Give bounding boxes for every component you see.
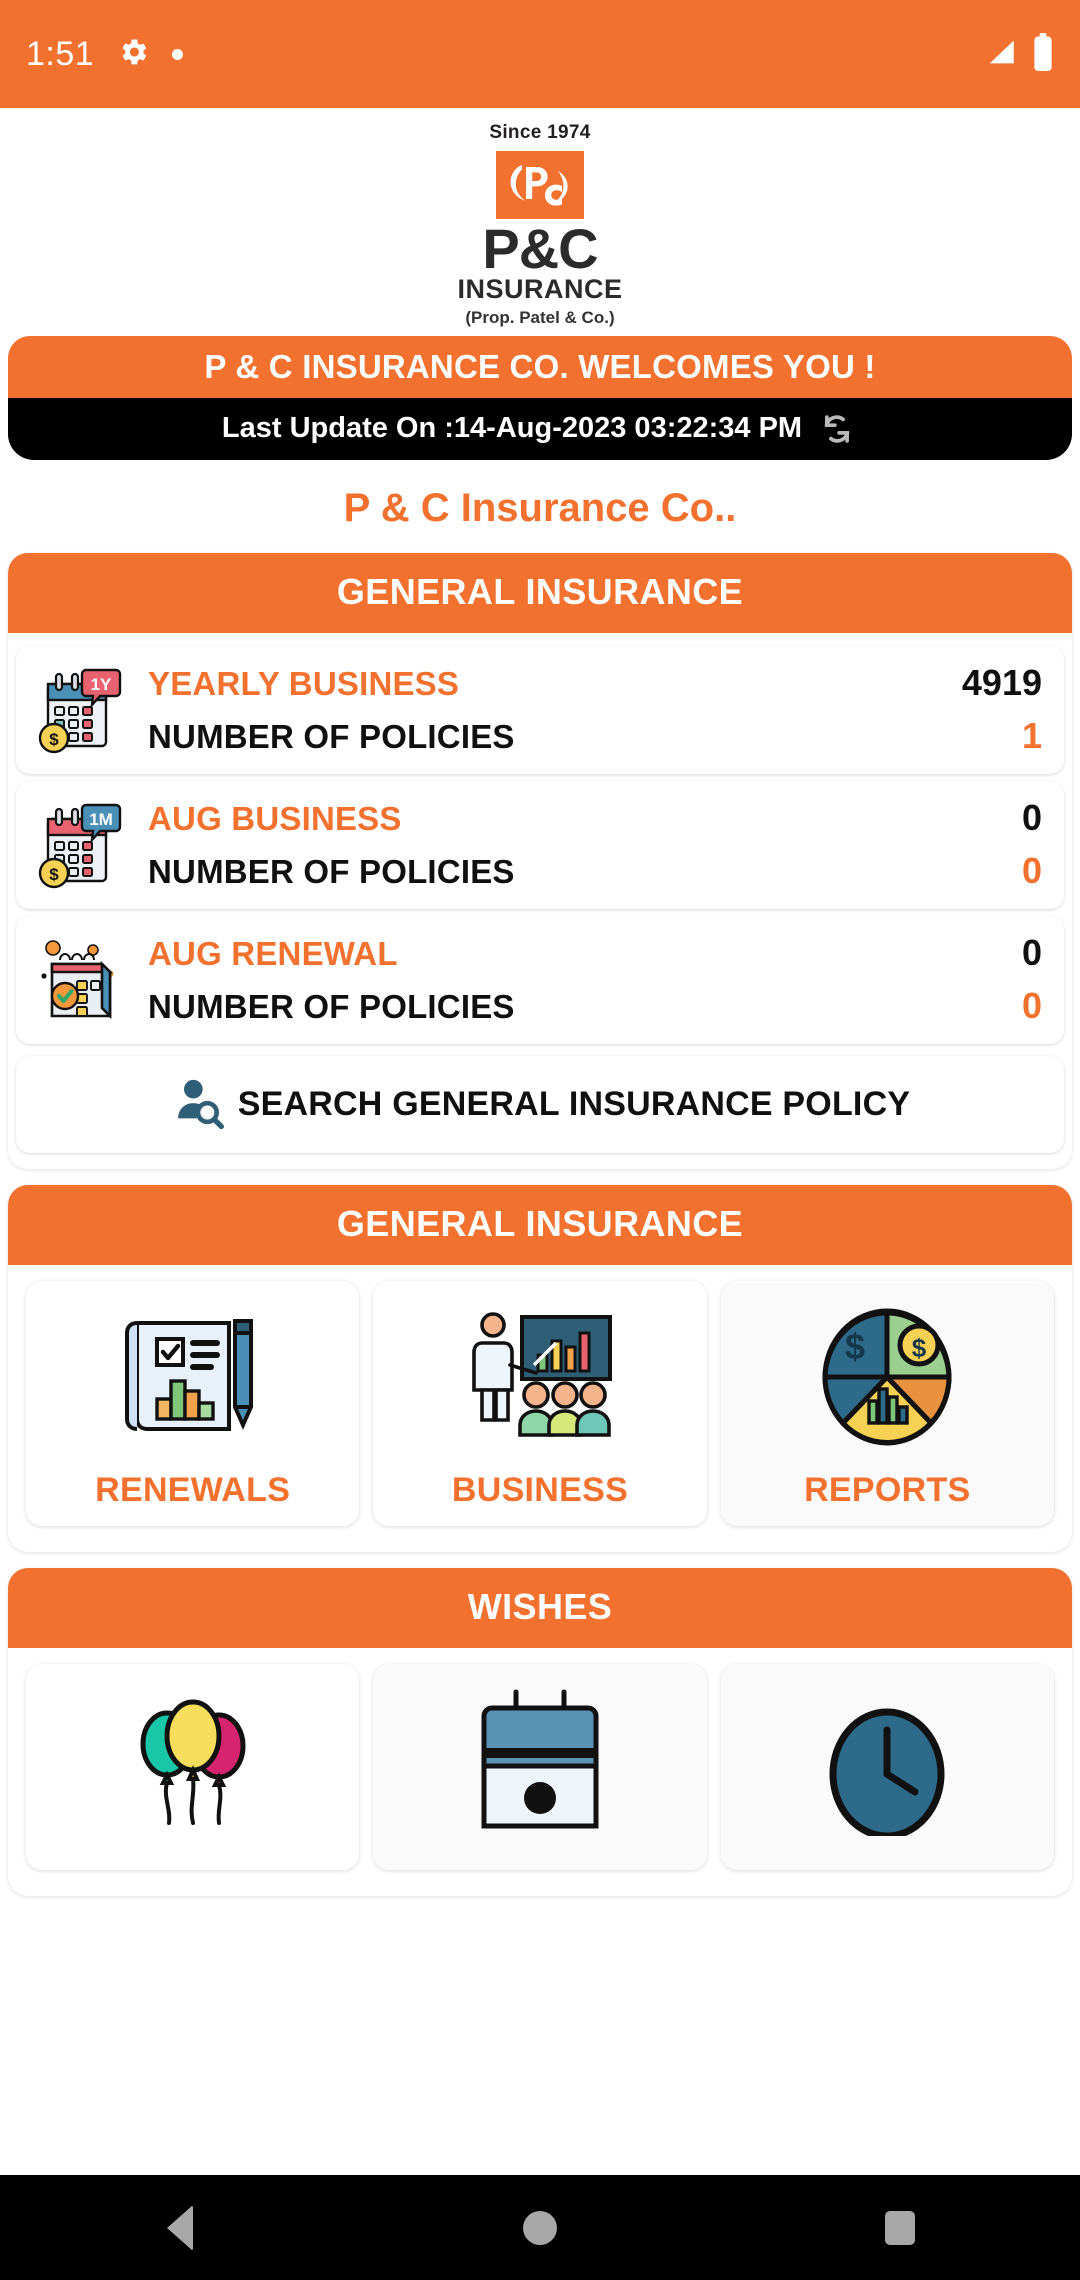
general-insurance-menu-panel: GENERAL INSURANCE RENEWALS BUSINESS $ $ … — [8, 1184, 1072, 1552]
gear-icon — [116, 35, 150, 74]
svg-text:$: $ — [912, 1333, 927, 1363]
tile-wishes-birthday[interactable] — [26, 1663, 360, 1870]
home-button[interactable] — [480, 2175, 600, 2280]
stat-row-yearly-business[interactable]: 1Y $ YEARLY BUSINESS 4919 NUMBER OF POLI… — [16, 645, 1064, 774]
stat-text-aug-business: AUG BUSINESS 0 NUMBER OF POLICIES 0 — [148, 797, 1042, 892]
status-bar-right — [984, 32, 1054, 76]
calendar-1m-dollar-icon: 1M $ — [30, 793, 134, 897]
brand-name-secondary: INSURANCE — [457, 273, 623, 304]
balloons-icon — [113, 1686, 273, 1836]
stat-sublabel: NUMBER OF POLICIES — [148, 718, 515, 756]
search-general-insurance-policy-button[interactable]: SEARCH GENERAL INSURANCE POLICY — [16, 1055, 1064, 1153]
calendar-check-icon — [30, 928, 134, 1032]
stat-label: AUG BUSINESS — [148, 800, 402, 838]
stat-value: 0 — [1021, 932, 1042, 974]
clock-icon — [807, 1686, 967, 1840]
stat-primary-line: AUG BUSINESS 0 — [148, 797, 1042, 839]
dot-icon — [172, 48, 184, 60]
tile-wishes-anniversary[interactable] — [373, 1663, 707, 1870]
battery-icon — [1032, 32, 1054, 76]
panel-header-wishes: WISHES — [8, 1567, 1072, 1648]
tile-renewals[interactable]: RENEWALS — [26, 1280, 360, 1526]
status-time: 1:51 — [26, 34, 95, 73]
stat-sublabel: NUMBER OF POLICIES — [148, 988, 515, 1026]
calendar-icon — [460, 1686, 620, 1836]
stat-value: 4919 — [961, 662, 1042, 704]
stat-text-yearly-business: YEARLY BUSINESS 4919 NUMBER OF POLICIES … — [148, 662, 1042, 757]
recents-button[interactable] — [840, 2175, 960, 2280]
svg-text:1Y: 1Y — [91, 675, 112, 694]
recents-icon — [885, 2210, 915, 2245]
svg-text:$: $ — [49, 730, 59, 749]
search-label: SEARCH GENERAL INSURANCE POLICY — [237, 1084, 911, 1123]
stat-sublabel: NUMBER OF POLICIES — [148, 853, 515, 891]
stat-subvalue: 1 — [1021, 715, 1042, 757]
status-bar: 1:51 — [0, 0, 1080, 108]
status-bar-left: 1:51 — [26, 34, 184, 74]
home-icon — [523, 2210, 557, 2245]
svg-text:$: $ — [845, 1326, 865, 1367]
panel-header-menu: GENERAL INSURANCE — [8, 1184, 1072, 1265]
stat-secondary-line: NUMBER OF POLICIES 1 — [148, 715, 1042, 757]
logo-since-text: Since 1974 — [489, 122, 591, 143]
menu-tiles: RENEWALS BUSINESS $ $ REPORTS — [16, 1271, 1064, 1542]
android-nav-bar — [0, 2175, 1080, 2280]
stat-row-aug-business[interactable]: 1M $ AUG BUSINESS 0 NUMBER OF POLICIES 0 — [16, 780, 1064, 909]
company-title: P & C Insurance Co.. — [343, 485, 737, 530]
tile-wishes-reminder[interactable] — [720, 1663, 1054, 1870]
back-button[interactable] — [120, 2175, 240, 2280]
stat-primary-line: YEARLY BUSINESS 4919 — [148, 662, 1042, 704]
last-update-text: Last Update On :14-Aug-2023 03:22:34 PM — [221, 412, 803, 445]
back-icon — [167, 2204, 193, 2251]
welcome-banner: P & C INSURANCE CO. WELCOMES YOU ! — [8, 335, 1072, 398]
stat-label: AUG RENEWAL — [148, 935, 398, 973]
svg-text:$: $ — [49, 865, 59, 884]
general-insurance-stats-panel: GENERAL INSURANCE 1Y $ YEARLY BUSINESS 4… — [8, 552, 1072, 1169]
wishes-panel: WISHES — [8, 1567, 1072, 1896]
tile-label: RENEWALS — [95, 1470, 291, 1509]
person-search-icon — [170, 1074, 226, 1135]
stat-subvalue: 0 — [1021, 850, 1042, 892]
stat-secondary-line: NUMBER OF POLICIES 0 — [148, 985, 1042, 1027]
clipboard-pencil-chart-icon — [113, 1303, 273, 1453]
presentation-audience-icon — [460, 1303, 620, 1453]
stat-primary-line: AUG RENEWAL 0 — [148, 932, 1042, 974]
stat-subvalue: 0 — [1021, 985, 1042, 1027]
last-update-bar: Last Update On :14-Aug-2023 03:22:34 PM — [8, 397, 1072, 460]
tile-business[interactable]: BUSINESS — [373, 1280, 707, 1526]
tile-label: BUSINESS — [451, 1470, 629, 1509]
wishes-body — [8, 1647, 1072, 1896]
stat-row-aug-renewal[interactable]: AUG RENEWAL 0 NUMBER OF POLICIES 0 — [16, 915, 1064, 1044]
wishes-tiles — [16, 1654, 1064, 1886]
refresh-icon[interactable] — [816, 408, 858, 450]
stat-secondary-line: NUMBER OF POLICIES 0 — [148, 850, 1042, 892]
welcome-banner-wrap: P & C INSURANCE CO. WELCOMES YOU ! Last … — [8, 335, 1072, 460]
stat-label: YEARLY BUSINESS — [148, 665, 460, 703]
panel-header-stats: GENERAL INSURANCE — [8, 552, 1072, 633]
signal-icon — [984, 35, 1018, 74]
calendar-1y-dollar-icon: 1Y $ — [30, 658, 134, 762]
brand-proprietor: (Prop. Patel & Co.) — [465, 307, 615, 327]
pc-monogram-icon — [496, 151, 584, 219]
stats-body: 1Y $ YEARLY BUSINESS 4919 NUMBER OF POLI… — [8, 632, 1072, 1169]
brand-logo-block: Since 1974 P&C INSURANCE (Prop. Patel & … — [0, 108, 1080, 328]
stat-text-aug-renewal: AUG RENEWAL 0 NUMBER OF POLICIES 0 — [148, 932, 1042, 1027]
tile-reports[interactable]: $ $ REPORTS — [720, 1280, 1054, 1526]
brand-name-primary: P&C — [482, 217, 598, 280]
menu-body: RENEWALS BUSINESS $ $ REPORTS — [8, 1264, 1072, 1552]
stat-value: 0 — [1021, 797, 1042, 839]
pie-chart-dollar-icon: $ $ — [807, 1303, 967, 1453]
svg-text:1M: 1M — [89, 810, 113, 829]
tile-label: REPORTS — [804, 1470, 971, 1509]
